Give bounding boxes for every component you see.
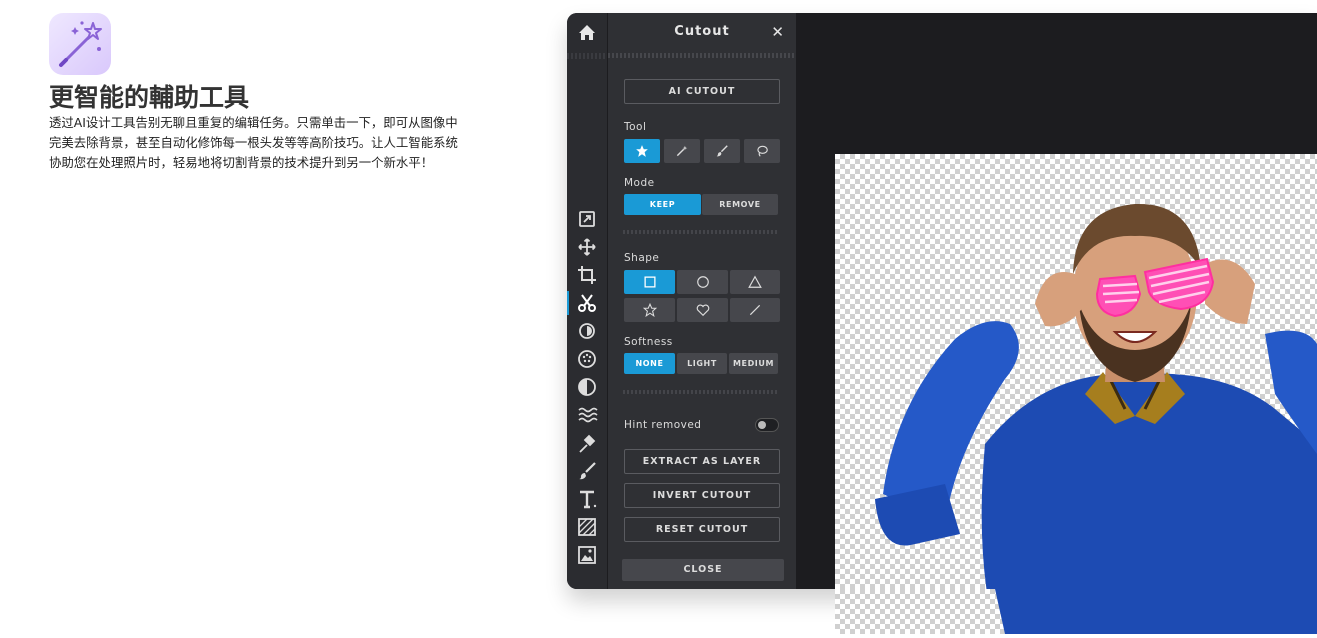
- feature-title: 更智能的輔助工具: [49, 83, 250, 112]
- move-icon[interactable]: [575, 235, 599, 259]
- contrast-icon[interactable]: [575, 375, 599, 399]
- panel-header: Cutout ✕: [608, 13, 796, 53]
- hint-removed-toggle[interactable]: [755, 418, 779, 432]
- brightness-icon[interactable]: [575, 319, 599, 343]
- triangle-icon[interactable]: [730, 270, 780, 294]
- brush-icon[interactable]: [704, 139, 740, 163]
- magic-wand-icon[interactable]: [664, 139, 700, 163]
- tool-label: Tool: [624, 121, 647, 133]
- feature-description: 透过AI设计工具告别无聊且重复的编辑任务。只需单击一下，即可从图像中完美去除背景…: [49, 115, 458, 170]
- ai-cutout-button[interactable]: AI CUTOUT: [624, 79, 780, 104]
- softness-medium-button[interactable]: MEDIUM: [729, 353, 778, 374]
- filter-dots-icon[interactable]: [575, 347, 599, 371]
- image-icon[interactable]: [575, 543, 599, 567]
- line-icon[interactable]: [730, 298, 780, 322]
- magic-wand-icon: [49, 13, 111, 75]
- man-with-pink-glasses-illustration: [875, 203, 1317, 589]
- text-icon[interactable]: [575, 487, 599, 511]
- mode-keep-button[interactable]: KEEP: [624, 194, 701, 215]
- rail-divider: [567, 53, 607, 59]
- reset-cutout-button[interactable]: RESET CUTOUT: [624, 517, 780, 542]
- panel-title: Cutout: [674, 24, 730, 39]
- image-canvas[interactable]: [835, 154, 1317, 589]
- sweater-bottom-illustration: [995, 589, 1317, 634]
- tool-rail: [567, 13, 607, 589]
- star-outline-icon[interactable]: [624, 298, 675, 322]
- scissors-icon[interactable]: [567, 291, 599, 315]
- canvas-overflow: [835, 589, 1317, 634]
- pin-icon[interactable]: [575, 431, 599, 455]
- circle-icon[interactable]: [677, 270, 728, 294]
- adjust-arrow-icon[interactable]: [575, 207, 599, 231]
- crop-icon[interactable]: [575, 263, 599, 287]
- heart-icon[interactable]: [677, 298, 728, 322]
- invert-cutout-button[interactable]: INVERT CUTOUT: [624, 483, 780, 508]
- cutout-panel: Cutout ✕ AI CUTOUT Tool Mode KEEP REMOVE…: [608, 13, 796, 589]
- shape-label: Shape: [624, 252, 660, 264]
- mode-label: Mode: [624, 177, 655, 189]
- lasso-icon[interactable]: [744, 139, 780, 163]
- panel-divider: [608, 53, 796, 58]
- close-button[interactable]: CLOSE: [622, 559, 784, 581]
- square-icon[interactable]: [624, 270, 675, 294]
- home-icon[interactable]: [567, 13, 607, 53]
- wave-icon[interactable]: [575, 403, 599, 427]
- star-icon[interactable]: [624, 139, 660, 163]
- softness-none-button[interactable]: NONE: [624, 353, 675, 374]
- section-divider: [623, 230, 779, 234]
- close-icon[interactable]: ✕: [771, 23, 784, 41]
- brush-icon[interactable]: [575, 459, 599, 483]
- texture-icon[interactable]: [575, 515, 599, 539]
- extract-as-layer-button[interactable]: EXTRACT AS LAYER: [624, 449, 780, 474]
- photo-editor-window: Cutout ✕ AI CUTOUT Tool Mode KEEP REMOVE…: [567, 13, 1317, 589]
- softness-light-button[interactable]: LIGHT: [677, 353, 727, 374]
- section-divider: [623, 390, 779, 394]
- hint-removed-label: Hint removed: [624, 419, 702, 431]
- softness-label: Softness: [624, 336, 673, 348]
- toggle-knob: [758, 421, 766, 429]
- mode-remove-button[interactable]: REMOVE: [702, 194, 778, 215]
